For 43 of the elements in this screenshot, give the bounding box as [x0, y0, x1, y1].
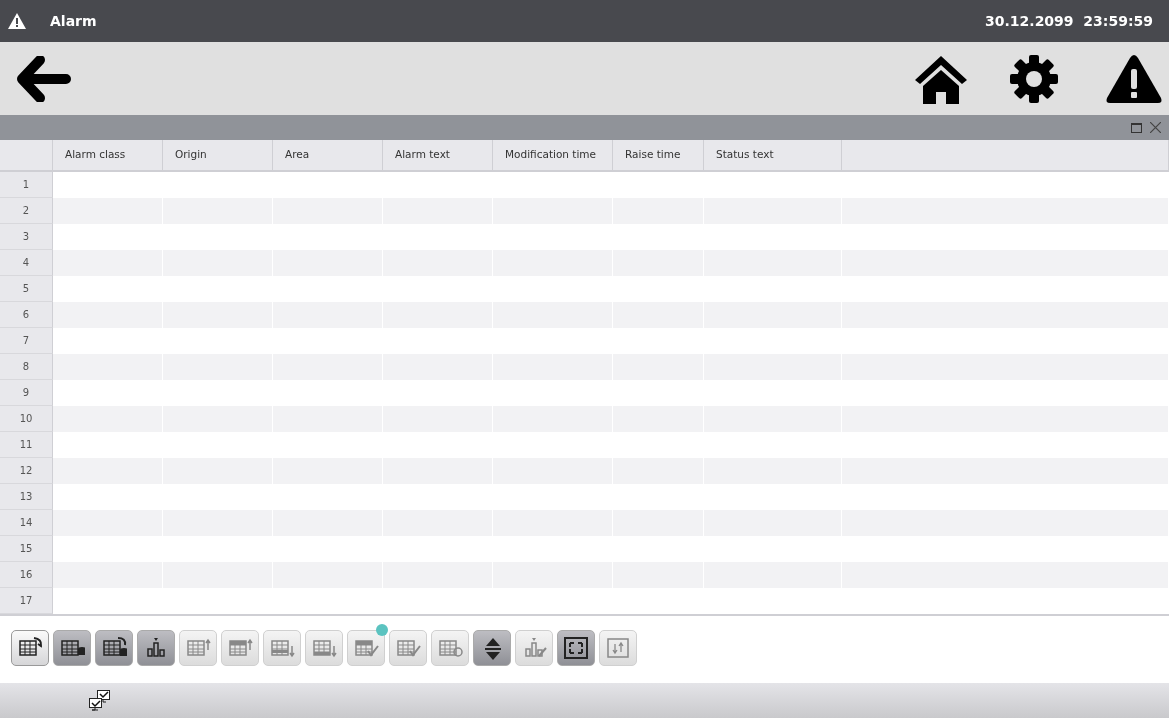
- row-number: 11: [0, 432, 53, 458]
- row-number: 4: [0, 250, 53, 276]
- toolbar-button[interactable]: [95, 630, 133, 666]
- row-number: 2: [0, 198, 53, 224]
- row-number: 7: [0, 328, 53, 354]
- toolbar-button[interactable]: [53, 630, 91, 666]
- row-number: 16: [0, 562, 53, 588]
- column-header[interactable]: Area: [273, 140, 383, 172]
- row-number: 3: [0, 224, 53, 250]
- date-time: 30.12.2099 23:59:59: [985, 11, 1153, 31]
- row-number: 15: [0, 536, 53, 562]
- column-header[interactable]: Alarm class: [53, 140, 163, 172]
- header-cell: [0, 140, 53, 172]
- settings-icon[interactable]: [1009, 53, 1059, 104]
- column-header[interactable]: Origin: [163, 140, 273, 172]
- toolbar-button[interactable]: [557, 630, 595, 666]
- back-arrow-icon[interactable]: [16, 55, 72, 102]
- window-title: Alarm: [50, 11, 97, 31]
- toolbar-button[interactable]: [11, 630, 49, 666]
- fullscreen-icon: [563, 636, 589, 660]
- column-header[interactable]: Raise time: [613, 140, 704, 172]
- row-number: 14: [0, 510, 53, 536]
- row-number: 12: [0, 458, 53, 484]
- row-number: 17: [0, 588, 53, 614]
- row-number: 5: [0, 276, 53, 302]
- row-number: 8: [0, 354, 53, 380]
- close-icon[interactable]: [1150, 122, 1161, 133]
- connected-monitors-icon[interactable]: [88, 689, 112, 712]
- column-header[interactable]: Status text: [704, 140, 842, 172]
- row-number: 1: [0, 172, 53, 198]
- row-number: 13: [0, 484, 53, 510]
- row-number: 6: [0, 302, 53, 328]
- warning-icon: [8, 13, 26, 29]
- toolbar-button[interactable]: [137, 630, 175, 666]
- window-arrows-icon: [605, 636, 631, 660]
- row-number: 9: [0, 380, 53, 406]
- row-number: 10: [0, 406, 53, 432]
- maximize-icon[interactable]: [1131, 122, 1142, 133]
- home-icon[interactable]: [913, 53, 969, 104]
- column-header[interactable]: Alarm text: [383, 140, 493, 172]
- alarm-icon[interactable]: [1105, 52, 1163, 105]
- column-header[interactable]: Modification time: [493, 140, 613, 172]
- toolbar-button[interactable]: [473, 630, 511, 666]
